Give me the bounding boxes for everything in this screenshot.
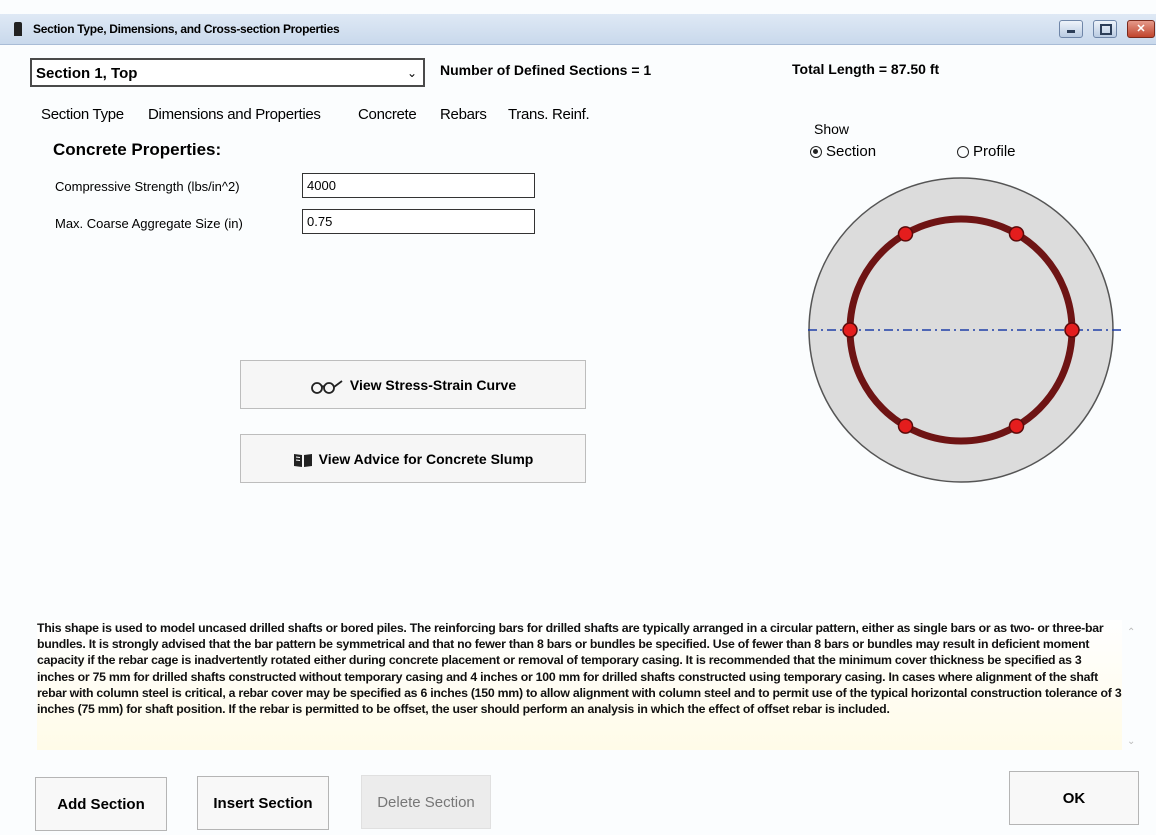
view-stress-strain-label: View Stress-Strain Curve <box>349 377 517 393</box>
concrete-properties-heading: Concrete Properties: <box>53 140 222 159</box>
section-drawing <box>808 177 1122 483</box>
app-icon <box>14 22 22 36</box>
tab-section-type[interactable]: Section Type <box>41 106 124 123</box>
radio-unselected-icon <box>957 145 969 158</box>
description-text: This shape is used to model uncased dril… <box>37 620 1122 750</box>
window-title: Section Type, Dimensions, and Cross-sect… <box>33 22 340 36</box>
aggregate-size-input[interactable] <box>302 209 535 234</box>
delete-section-button[interactable]: Delete Section <box>361 775 491 829</box>
tab-concrete[interactable]: Concrete <box>358 106 417 123</box>
radio-section-label: Section <box>826 143 877 160</box>
scroll-down-icon[interactable]: ⌄ <box>1127 736 1135 747</box>
tab-dimensions-properties[interactable]: Dimensions and Properties <box>148 106 321 123</box>
scroll-up-icon[interactable]: ⌃ <box>1127 627 1135 638</box>
view-slump-advice-button[interactable]: View Advice for Concrete Slump <box>240 434 586 483</box>
tab-trans-reinf[interactable]: Trans. Reinf. <box>508 106 590 123</box>
defined-sections-count: Number of Defined Sections = 1 <box>440 62 652 78</box>
aggregate-size-label: Max. Coarse Aggregate Size (in) <box>55 216 243 231</box>
radio-profile[interactable]: Profile <box>957 143 1016 160</box>
rebar-bar <box>842 322 858 338</box>
tab-rebars[interactable]: Rebars <box>440 106 487 123</box>
minimize-button[interactable] <box>1059 20 1083 38</box>
view-stress-strain-button[interactable]: View Stress-Strain Curve <box>240 360 586 409</box>
rebar-bar <box>1064 322 1080 338</box>
add-section-button[interactable]: Add Section <box>35 777 167 831</box>
rebar-bar <box>1008 226 1025 242</box>
ok-button[interactable]: OK <box>1009 771 1139 825</box>
total-length: Total Length = 87.50 ft <box>792 61 940 77</box>
section-select[interactable]: Section 1, Top ⌄ <box>30 58 425 87</box>
glasses-icon <box>310 379 343 394</box>
dialog-window: Section Type, Dimensions, and Cross-sect… <box>0 0 1156 835</box>
chevron-down-icon: ⌄ <box>406 66 417 80</box>
title-bar[interactable]: Section Type, Dimensions, and Cross-sect… <box>0 14 1156 45</box>
close-icon: ✕ <box>1136 23 1146 35</box>
section-select-value: Section 1, Top <box>36 65 138 82</box>
minimize-icon <box>1067 30 1075 33</box>
close-button[interactable]: ✕ <box>1127 20 1155 38</box>
rebar-bar <box>897 226 914 242</box>
view-slump-advice-label: View Advice for Concrete Slump <box>318 451 534 467</box>
compressive-strength-label: Compressive Strength (lbs/in^2) <box>55 179 240 194</box>
rebar-bar <box>1008 418 1025 434</box>
book-icon <box>293 453 312 467</box>
show-label: Show <box>814 121 850 137</box>
radio-section[interactable]: Section <box>810 143 876 160</box>
maximize-icon <box>1100 24 1112 35</box>
compressive-strength-input[interactable] <box>302 173 535 198</box>
rebar-bar <box>897 418 914 434</box>
radio-selected-icon <box>810 145 822 158</box>
maximize-button[interactable] <box>1093 20 1117 38</box>
insert-section-button[interactable]: Insert Section <box>197 776 329 830</box>
radio-profile-label: Profile <box>973 143 1016 160</box>
